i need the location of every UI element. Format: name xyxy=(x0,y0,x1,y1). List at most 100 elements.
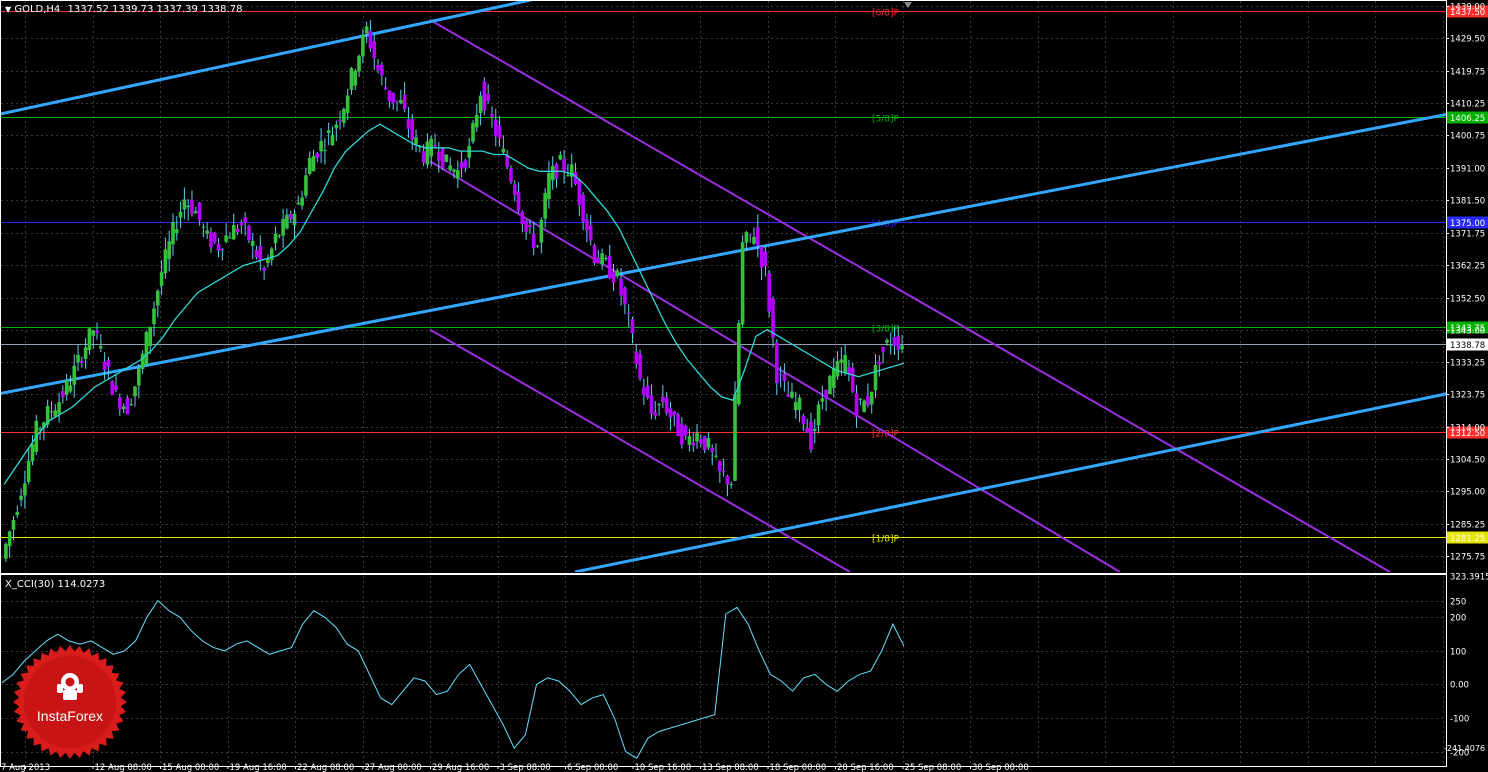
bull-candle[interactable] xyxy=(193,211,198,214)
blue-channel-line[interactable] xyxy=(574,392,1448,572)
bull-candle[interactable] xyxy=(178,211,183,218)
bull-candle[interactable] xyxy=(228,237,232,239)
bull-candle[interactable] xyxy=(186,205,190,208)
bull-candle[interactable] xyxy=(342,109,346,123)
bull-candle[interactable] xyxy=(737,323,741,405)
bear-candle[interactable] xyxy=(216,243,221,251)
bull-candle[interactable] xyxy=(820,398,825,402)
bear-candle[interactable] xyxy=(896,336,901,350)
bull-candle[interactable] xyxy=(543,193,547,219)
bear-candle[interactable] xyxy=(676,414,680,436)
bear-candle[interactable] xyxy=(516,191,521,211)
bear-candle[interactable] xyxy=(512,184,517,195)
bull-candle[interactable] xyxy=(501,148,506,153)
bear-candle[interactable] xyxy=(383,87,388,90)
bull-candle[interactable] xyxy=(64,379,69,395)
bull-candle[interactable] xyxy=(452,169,456,172)
bull-candle[interactable] xyxy=(364,26,369,34)
bear-candle[interactable] xyxy=(190,199,194,215)
bull-candle[interactable] xyxy=(68,385,73,392)
bull-candle[interactable] xyxy=(714,455,718,457)
bull-candle[interactable] xyxy=(835,361,840,377)
bull-candle[interactable] xyxy=(539,219,544,243)
bear-candle[interactable] xyxy=(118,397,122,410)
bear-candle[interactable] xyxy=(581,194,585,222)
bull-candle[interactable] xyxy=(76,354,80,363)
bear-candle[interactable] xyxy=(421,151,426,163)
bull-candle[interactable] xyxy=(269,248,274,260)
bear-candle[interactable] xyxy=(809,421,813,450)
bear-candle[interactable] xyxy=(106,360,111,368)
bull-candle[interactable] xyxy=(839,359,844,363)
bull-candle[interactable] xyxy=(129,404,134,406)
bull-candle[interactable] xyxy=(467,145,471,158)
bull-candle[interactable] xyxy=(330,134,335,146)
bull-candle[interactable] xyxy=(140,353,145,369)
bear-candle[interactable] xyxy=(437,151,441,161)
bear-candle[interactable] xyxy=(623,287,627,305)
bear-candle[interactable] xyxy=(702,436,707,451)
bear-candle[interactable] xyxy=(710,447,715,452)
bull-candle[interactable] xyxy=(474,114,479,128)
bull-candle[interactable] xyxy=(729,484,734,486)
bull-candle[interactable] xyxy=(201,226,206,228)
bear-candle[interactable] xyxy=(877,361,882,365)
bear-candle[interactable] xyxy=(588,225,593,241)
bull-candle[interactable] xyxy=(311,155,316,172)
chart-shift-marker-icon[interactable] xyxy=(904,2,912,8)
bull-candle[interactable] xyxy=(285,214,289,229)
bear-candle[interactable] xyxy=(482,81,487,111)
bear-candle[interactable] xyxy=(854,392,859,417)
bear-candle[interactable] xyxy=(562,158,566,172)
bear-candle[interactable] xyxy=(577,180,582,206)
bull-candle[interactable] xyxy=(615,270,620,277)
bull-candle[interactable] xyxy=(455,170,460,179)
bear-candle[interactable] xyxy=(463,160,468,168)
bear-candle[interactable] xyxy=(524,220,528,232)
bull-candle[interactable] xyxy=(281,218,285,236)
bear-candle[interactable] xyxy=(638,353,642,379)
bear-candle[interactable] xyxy=(664,397,669,414)
bull-candle[interactable] xyxy=(4,543,8,559)
bear-candle[interactable] xyxy=(847,367,851,374)
bear-candle[interactable] xyxy=(642,387,646,396)
bull-candle[interactable] xyxy=(414,137,418,145)
bear-candle[interactable] xyxy=(881,346,885,352)
bull-candle[interactable] xyxy=(444,154,449,163)
chart-menu-icon[interactable]: ▼ xyxy=(5,5,11,14)
bull-candle[interactable] xyxy=(604,258,608,260)
bull-candle[interactable] xyxy=(740,242,745,325)
bear-candle[interactable] xyxy=(338,120,342,122)
bull-candle[interactable] xyxy=(7,531,12,547)
bull-candle[interactable] xyxy=(547,172,551,199)
bear-candle[interactable] xyxy=(824,389,828,399)
bear-candle[interactable] xyxy=(391,92,396,104)
bull-candle[interactable] xyxy=(858,398,863,400)
bear-candle[interactable] xyxy=(607,256,612,279)
bull-candle[interactable] xyxy=(23,483,27,496)
bull-candle[interactable] xyxy=(87,328,92,351)
bull-candle[interactable] xyxy=(319,140,323,152)
bear-candle[interactable] xyxy=(262,267,266,271)
bull-candle[interactable] xyxy=(182,199,187,210)
bull-candle[interactable] xyxy=(733,394,737,481)
bull-candle[interactable] xyxy=(345,95,350,113)
bull-candle[interactable] xyxy=(425,141,430,165)
bear-candle[interactable] xyxy=(634,351,639,365)
bear-candle[interactable] xyxy=(258,245,263,261)
bear-candle[interactable] xyxy=(585,219,589,231)
bull-candle[interactable] xyxy=(323,149,327,152)
bull-candle[interactable] xyxy=(307,157,312,175)
bear-candle[interactable] xyxy=(486,93,490,101)
bull-candle[interactable] xyxy=(888,344,893,346)
bull-candle[interactable] xyxy=(159,272,164,286)
bull-candle[interactable] xyxy=(250,240,255,247)
bull-candle[interactable] xyxy=(11,519,16,530)
bull-candle[interactable] xyxy=(828,376,832,395)
bull-candle[interactable] xyxy=(657,404,661,406)
bull-candle[interactable] xyxy=(566,174,570,176)
bear-candle[interactable] xyxy=(630,319,635,334)
bear-candle[interactable] xyxy=(368,30,373,49)
bear-candle[interactable] xyxy=(691,442,696,446)
bear-candle[interactable] xyxy=(235,228,240,232)
